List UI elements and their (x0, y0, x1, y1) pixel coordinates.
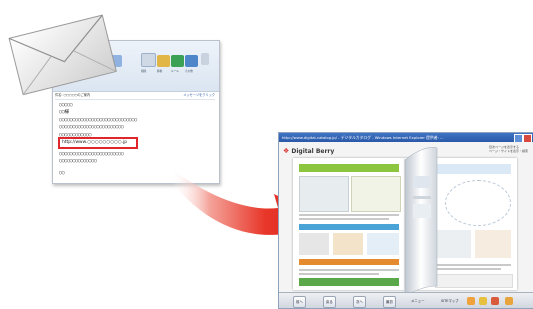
catalog-image (475, 230, 511, 258)
ribbon-label-other: その他 (185, 70, 193, 73)
right-link[interactable]: メッセージをクリック (183, 92, 215, 97)
page-header-bar (299, 164, 399, 172)
browser-title: http://www.digital-catalog.jp/ - デジタルカタロ… (282, 135, 444, 140)
other-icon[interactable] (185, 55, 198, 67)
body-line: ○○様 (59, 109, 69, 115)
back-button[interactable]: 戻る (323, 296, 336, 308)
section-bar (299, 278, 399, 286)
viewer-toolbar: 前へ 戻る 次へ 最初 メニュー SITEマップ (279, 292, 533, 308)
ribbon-label-delete: 削除 (141, 70, 147, 73)
catalog-left-page[interactable] (293, 158, 405, 290)
envelope-icon (8, 14, 117, 96)
delete-icon[interactable] (141, 53, 156, 67)
catalog-image (299, 176, 349, 212)
diagram-circle (445, 180, 511, 226)
section-bar (299, 224, 399, 230)
prev-button[interactable]: 前へ (293, 296, 306, 308)
zoom-icon[interactable] (491, 297, 499, 305)
rules-icon[interactable] (171, 55, 184, 67)
body-line: ○○○○○ (59, 103, 73, 108)
browser-titlebar: http://www.digital-catalog.jp/ - デジタルカタロ… (279, 133, 533, 142)
brand-logo: ❖ Digital Berry (283, 145, 343, 157)
print-icon[interactable] (467, 297, 475, 305)
first-button[interactable]: 最初 (383, 296, 396, 308)
page-curl (404, 147, 438, 296)
right-note: 目次ページを表示する ページ・サイトを表示・検索 (489, 145, 528, 153)
catalog-image (367, 233, 399, 255)
logo-icon: ❖ (283, 147, 290, 155)
section-bar (299, 259, 399, 265)
catalog-link[interactable]: http://www.○○○○○○○○○.jp (58, 137, 138, 149)
menu-label[interactable]: メニュー (409, 296, 427, 306)
catalog-image (351, 176, 401, 212)
browser-window: http://www.digital-catalog.jp/ - デジタルカタロ… (278, 132, 533, 309)
move-icon[interactable] (157, 55, 170, 67)
catalog-image (435, 230, 471, 258)
sitemap-label[interactable]: SITEマップ (439, 296, 461, 306)
catalog-image (435, 274, 513, 288)
more-icon[interactable] (201, 53, 209, 65)
ribbon-label-rules: ルール (171, 70, 179, 73)
catalog-image (299, 233, 329, 255)
catalog-image (333, 233, 363, 255)
bookmark-icon[interactable] (479, 297, 487, 305)
body-line: ○○○○○○○○○○○○○○○○○○○○○○○○ (59, 124, 124, 130)
body-line: ○○○○○○○○○○○○○○○○○○○○○○○○○○○○○ (59, 118, 137, 124)
page-header-bar (435, 164, 511, 174)
help-icon[interactable] (505, 297, 513, 305)
catalog-viewer: ❖ Digital Berry 目次ページを表示する ページ・サイトを表示・検索 (279, 142, 533, 296)
brand-name: Digital Berry (291, 148, 335, 155)
next-button[interactable]: 次へ (353, 296, 366, 308)
ribbon-label-move: 移動 (157, 70, 163, 73)
